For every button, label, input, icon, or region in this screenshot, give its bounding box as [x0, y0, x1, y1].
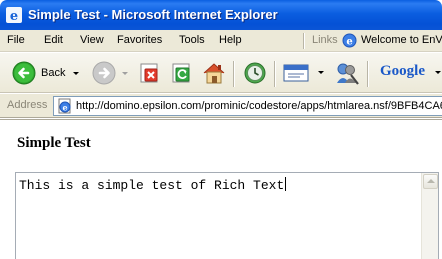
links-label: Links: [312, 34, 338, 46]
svg-text:e: e: [346, 37, 352, 48]
editor-vertical-scrollbar[interactable]: [421, 173, 438, 259]
toolbar-separator-2: [274, 61, 276, 87]
page-heading: Simple Test: [17, 135, 91, 151]
menu-bar: File Edit View Favorites Tools Help Link…: [0, 30, 442, 52]
back-arrow-icon: [12, 61, 36, 85]
forward-button[interactable]: [90, 60, 130, 86]
mail-icon: [283, 64, 309, 82]
google-dropdown-icon: [435, 71, 441, 74]
page-icon: e: [58, 98, 71, 114]
scroll-up-button[interactable]: [423, 174, 438, 189]
address-input[interactable]: e http://domino.epsilon.com/prominic/cod…: [53, 96, 442, 116]
toolbar-separator: [233, 61, 235, 87]
messenger-icon[interactable]: [334, 60, 360, 86]
mail-button[interactable]: [283, 61, 327, 85]
history-icon[interactable]: [242, 60, 268, 86]
editor-content: This is a simple test of Rich Text: [19, 177, 287, 193]
menu-file[interactable]: File: [7, 34, 25, 46]
rich-text-editor[interactable]: This is a simple test of Rich Text: [15, 172, 439, 259]
home-icon[interactable]: [201, 60, 227, 86]
menu-view[interactable]: View: [80, 34, 104, 46]
google-logo: Google: [380, 63, 425, 79]
internet-explorer-icon: e: [6, 7, 22, 23]
menu-favorites[interactable]: Favorites: [117, 34, 162, 46]
links-item-welcome[interactable]: Welcome to EnVi: [361, 34, 442, 46]
menu-help[interactable]: Help: [219, 34, 242, 46]
svg-text:e: e: [62, 103, 67, 113]
back-dropdown-icon: [73, 72, 79, 75]
back-label: Back: [41, 67, 66, 79]
menu-edit[interactable]: Edit: [44, 34, 63, 46]
text-caret: [285, 177, 287, 191]
window-title: Simple Test - Microsoft Internet Explore…: [28, 7, 278, 22]
svg-text:e: e: [10, 9, 18, 23]
standard-toolbar: Back Google: [0, 53, 442, 93]
links-separator: [303, 33, 305, 49]
address-bar: Address e http://domino.epsilon.com/prom…: [0, 94, 442, 118]
forward-arrow-icon: [92, 61, 116, 85]
refresh-icon[interactable]: [171, 62, 193, 84]
toolbar-separator-3: [367, 61, 369, 87]
google-toolbar-button[interactable]: Google: [378, 63, 442, 83]
menu-tools[interactable]: Tools: [179, 34, 205, 46]
ie-page-icon: e: [342, 33, 357, 48]
window-titlebar[interactable]: e Simple Test - Microsoft Internet Explo…: [0, 0, 442, 30]
editor-text: This is a simple test of Rich Text: [19, 178, 285, 193]
stop-icon[interactable]: [139, 62, 161, 84]
forward-dropdown-icon: [122, 72, 128, 75]
page-content: Simple Test This is a simple test of Ric…: [0, 119, 442, 259]
back-button[interactable]: Back: [9, 60, 81, 86]
address-url: http://domino.epsilon.com/prominic/codes…: [76, 100, 442, 112]
address-label: Address: [7, 99, 48, 111]
mail-dropdown-icon: [318, 71, 324, 74]
